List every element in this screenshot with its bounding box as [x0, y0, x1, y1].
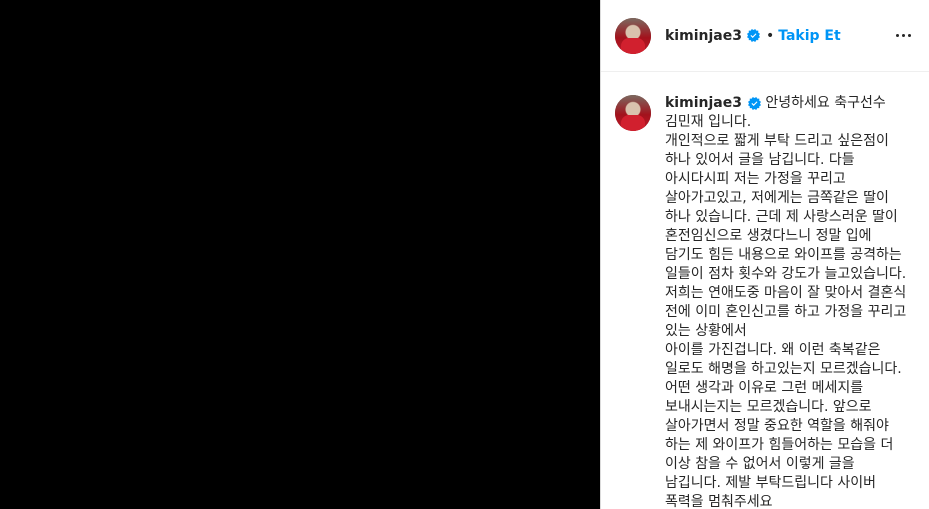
follow-button[interactable]: Takip Et — [778, 28, 840, 44]
caption-comment: kiminjae3 안녕하세요 축구선수 김민재 입니다. 개인적으로 짧게 부… — [601, 72, 929, 509]
caption-body: kiminjae3 안녕하세요 축구선수 김민재 입니다. 개인적으로 짧게 부… — [665, 94, 909, 509]
caption-line-2: 저희는 연애도중 마음이 잘 맞아서 결혼식 전에 이미 혼인신고를 하고 가정… — [665, 285, 907, 339]
caption-avatar[interactable] — [615, 95, 651, 131]
post-viewer: kiminjae3 • Takip Et kiminjae3 안녕하세요 축구선… — [0, 0, 929, 509]
separator-dot: • — [765, 27, 775, 44]
avatar[interactable] — [615, 17, 651, 54]
caption-line-3: 아이를 가진겁니다. 왜 이런 축복같은 일로도 해명을 하고있는지 모르겠습니… — [665, 342, 902, 509]
caption-verified-icon — [748, 96, 762, 110]
caption-line-1: 개인적으로 짧게 부탁 드리고 싶은점이 하나 있어서 글을 남깁니다. 다들 … — [665, 133, 907, 282]
post-side-panel: kiminjae3 • Takip Et kiminjae3 안녕하세요 축구선… — [600, 0, 929, 509]
post-media-black[interactable] — [0, 0, 600, 509]
verified-badge-icon — [746, 29, 760, 42]
header-username[interactable]: kiminjae3 — [665, 28, 742, 44]
post-header: kiminjae3 • Takip Et — [601, 0, 929, 72]
caption-first-line: kiminjae3 안녕하세요 축구선수 김민재 입니다. — [665, 94, 909, 132]
caption-username[interactable]: kiminjae3 — [665, 95, 742, 111]
more-options-icon[interactable] — [891, 24, 915, 48]
